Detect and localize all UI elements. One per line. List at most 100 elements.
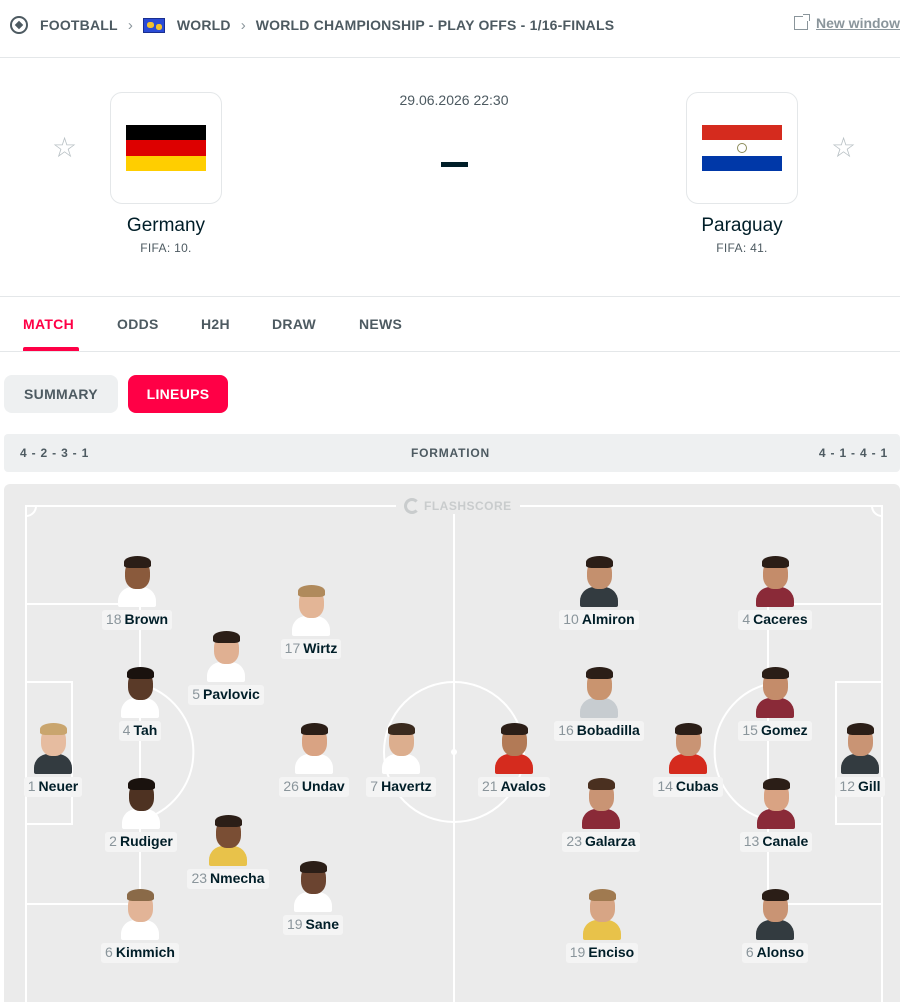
player-name: Avalos <box>500 778 546 794</box>
away-team-logo[interactable] <box>686 92 798 204</box>
player-number: 6 <box>745 944 754 960</box>
player-name: Galarza <box>584 833 636 849</box>
player-name: Kimmich <box>115 944 175 960</box>
player-avatar <box>291 861 335 915</box>
new-window-link[interactable]: New window <box>794 14 900 31</box>
player-away[interactable]: 10 Almiron <box>539 556 659 630</box>
player-avatar <box>838 723 882 777</box>
player-number: 6 <box>105 944 113 960</box>
player-name: Undav <box>301 778 345 794</box>
player-avatar <box>204 631 248 685</box>
home-team-rank: FIFA: 10. <box>140 241 192 255</box>
player-number: 23 <box>566 833 582 849</box>
away-team-name[interactable]: Paraguay <box>642 215 842 237</box>
flashscore-logo-icon <box>404 498 420 514</box>
player-number: 19 <box>569 944 586 960</box>
player-number: 26 <box>283 778 299 794</box>
breadcrumb-competition[interactable]: WORLD CHAMPIONSHIP - PLAY OFFS - 1/16-FI… <box>256 17 615 33</box>
lineups-button[interactable]: LINEUPS <box>128 375 228 413</box>
tab-odds[interactable]: ODDS <box>117 316 159 332</box>
summary-button[interactable]: SUMMARY <box>4 375 118 413</box>
player-avatar <box>666 723 710 777</box>
player-number: 23 <box>191 870 208 886</box>
player-avatar <box>206 815 250 869</box>
home-team-name[interactable]: Germany <box>66 215 266 237</box>
player-name: Enciso <box>588 944 635 960</box>
player-away[interactable]: 13 Canale <box>716 778 836 852</box>
player-home[interactable]: 6 Kimmich <box>80 889 200 963</box>
player-avatar <box>753 667 797 721</box>
player-avatar <box>118 889 162 943</box>
player-avatar <box>379 723 423 777</box>
player-name: Tah <box>133 722 158 738</box>
player-name: Almiron <box>581 611 635 627</box>
player-avatar <box>289 585 333 639</box>
formation-label: FORMATION <box>411 446 490 460</box>
player-name: Canale <box>762 833 809 849</box>
player-name: Gill <box>858 778 881 794</box>
favorite-home-star-icon[interactable]: ☆ <box>52 134 77 162</box>
germany-flag-icon <box>126 125 206 171</box>
flashscore-brand-text: FLASHSCORE <box>424 499 512 513</box>
player-number: 1 <box>27 778 36 794</box>
player-home[interactable]: 7 Havertz <box>341 723 461 797</box>
formation-bar: 4 - 2 - 3 - 1 FORMATION 4 - 1 - 4 - 1 <box>4 434 900 472</box>
player-avatar <box>753 556 797 610</box>
player-avatar <box>579 778 623 832</box>
player-home[interactable]: 19 Sane <box>253 861 373 935</box>
breadcrumb-region[interactable]: WORLD <box>177 17 231 33</box>
player-number: 12 <box>839 778 855 794</box>
player-avatar <box>31 723 75 777</box>
player-name: Brown <box>124 611 169 627</box>
player-name: Cubas <box>675 778 719 794</box>
player-number: 4 <box>742 611 751 627</box>
home-team-logo[interactable] <box>110 92 222 204</box>
player-away[interactable]: 23 Galarza <box>541 778 661 852</box>
player-name: Havertz <box>381 778 432 794</box>
player-number: 13 <box>743 833 760 849</box>
player-avatar <box>580 889 624 943</box>
tab-draw[interactable]: DRAW <box>272 316 316 332</box>
breadcrumb: FOOTBALL › WORLD › WORLD CHAMPIONSHIP - … <box>0 0 900 50</box>
favorite-away-star-icon[interactable]: ☆ <box>831 134 856 162</box>
player-avatar <box>115 556 159 610</box>
player-name: Pavlovic <box>202 686 260 702</box>
new-window-label[interactable]: New window <box>816 15 900 31</box>
player-name: Sane <box>305 916 340 932</box>
tab-news[interactable]: NEWS <box>359 316 402 332</box>
tab-h2h[interactable]: H2H <box>201 316 230 332</box>
player-avatar <box>118 667 162 721</box>
player-avatar <box>753 889 797 943</box>
away-team-rank: FIFA: 41. <box>716 241 768 255</box>
player-avatar <box>292 723 336 777</box>
player-name: Alonso <box>756 944 805 960</box>
divider <box>0 57 900 58</box>
player-away[interactable]: 19 Enciso <box>542 889 662 963</box>
player-number: 21 <box>482 778 498 794</box>
divider <box>0 351 900 352</box>
player-number: 18 <box>105 611 122 627</box>
flashscore-watermark: FLASHSCORE <box>396 498 520 514</box>
player-home[interactable]: 18 Brown <box>77 556 197 630</box>
player-name: Caceres <box>753 611 808 627</box>
world-flag-icon <box>142 17 165 33</box>
player-number: 19 <box>286 916 303 932</box>
chevron-right-icon: › <box>240 16 246 34</box>
away-formation: 4 - 1 - 4 - 1 <box>818 446 888 460</box>
player-number: 7 <box>370 778 379 794</box>
player-away[interactable]: 6 Alonso <box>715 889 835 963</box>
breadcrumb-sport[interactable]: FOOTBALL <box>40 17 118 33</box>
divider <box>0 296 900 297</box>
paraguay-flag-icon <box>702 125 782 171</box>
match-datetime: 29.06.2026 22:30 <box>399 92 509 108</box>
player-number: 4 <box>122 722 131 738</box>
player-avatar <box>119 778 163 832</box>
tab-match[interactable]: MATCH <box>23 316 74 332</box>
score-placeholder <box>441 162 468 167</box>
player-avatar <box>754 778 798 832</box>
player-away[interactable]: 4 Caceres <box>715 556 835 630</box>
football-icon <box>10 16 28 34</box>
player-name: Wirtz <box>303 640 338 656</box>
home-formation: 4 - 2 - 3 - 1 <box>20 446 90 460</box>
player-number: 2 <box>109 833 117 849</box>
